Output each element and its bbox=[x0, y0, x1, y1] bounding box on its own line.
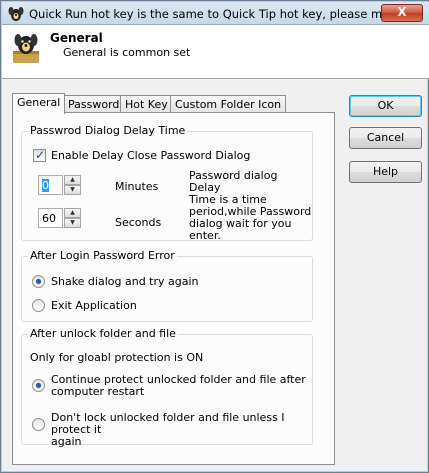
minutes-label: Minutes bbox=[115, 180, 159, 193]
window-title: Quick Run hot key is the same to Quick T… bbox=[29, 7, 413, 21]
seconds-spinner: ▲ ▼ bbox=[64, 208, 81, 228]
continue-protect-radio[interactable] bbox=[32, 379, 45, 392]
enable-delay-label: Enable Delay Close Password Dialog bbox=[51, 149, 251, 162]
close-icon: X bbox=[397, 5, 407, 19]
arrow-up-icon: ▲ bbox=[70, 176, 75, 183]
header-subtitle: General is common set bbox=[63, 46, 191, 59]
checkmark-icon: ✓ bbox=[35, 148, 46, 162]
arrow-up-icon: ▲ bbox=[70, 209, 75, 216]
dont-lock-label: Don't lock unlocked folder and file unle… bbox=[51, 411, 285, 448]
login-error-group-title: After Login Password Error bbox=[28, 249, 177, 262]
seconds-up-button[interactable]: ▲ bbox=[64, 208, 81, 218]
dog-app-icon bbox=[13, 34, 39, 63]
cancel-button[interactable]: Cancel bbox=[349, 127, 422, 149]
arrow-down-icon: ▼ bbox=[70, 186, 75, 193]
header-title: General bbox=[50, 31, 103, 45]
login-error-group: After Login Password Error Shake dialog … bbox=[21, 249, 313, 322]
unlock-group-title: After unlock folder and file bbox=[28, 327, 178, 340]
tab-general[interactable]: General bbox=[12, 93, 66, 114]
ok-button[interactable]: OK bbox=[349, 95, 422, 117]
enable-delay-checkbox[interactable]: ✓ bbox=[33, 148, 46, 162]
radio-selected-dot bbox=[36, 279, 41, 284]
delay-time-group: Passwrod Dialog Delay Time ✓ Enable Dela… bbox=[21, 124, 313, 242]
tab-hot-key[interactable]: Hot Key bbox=[120, 95, 173, 113]
shake-dialog-label: Shake dialog and try again bbox=[51, 275, 199, 288]
continue-protect-label: Continue protect unlocked folder and fil… bbox=[51, 373, 306, 398]
help-button[interactable]: Help bbox=[349, 161, 422, 183]
delay-description: Password dialog Delay Time is a time per… bbox=[189, 169, 312, 242]
seconds-label: Seconds bbox=[115, 216, 162, 229]
minutes-down-button[interactable]: ▼ bbox=[64, 185, 81, 195]
unlock-folder-group: After unlock folder and file Only for gl… bbox=[21, 327, 313, 448]
arrow-down-icon: ▼ bbox=[70, 219, 75, 226]
general-tab-panel: Passwrod Dialog Delay Time ✓ Enable Dela… bbox=[12, 112, 335, 465]
exit-application-label: Exit Application bbox=[51, 299, 137, 312]
shake-dialog-radio[interactable] bbox=[32, 275, 45, 288]
dog-app-icon bbox=[8, 7, 24, 21]
seconds-input[interactable]: 60 bbox=[38, 208, 63, 228]
tab-password[interactable]: Password bbox=[63, 95, 125, 113]
minutes-up-button[interactable]: ▲ bbox=[64, 175, 81, 185]
seconds-down-button[interactable]: ▼ bbox=[64, 218, 81, 228]
title-bar[interactable]: Quick Run hot key is the same to Quick T… bbox=[2, 2, 429, 25]
dont-lock-radio[interactable] bbox=[32, 418, 45, 431]
radio-selected-dot bbox=[36, 383, 41, 388]
minutes-spinner: ▲ ▼ bbox=[64, 175, 81, 195]
minutes-input[interactable]: 0 bbox=[38, 175, 63, 195]
global-protection-note: Only for gloabl protection is ON bbox=[30, 351, 204, 364]
settings-dialog: Quick Run hot key is the same to Quick T… bbox=[0, 0, 429, 473]
tab-custom-folder-icon[interactable]: Custom Folder Icon bbox=[170, 95, 287, 113]
exit-application-radio[interactable] bbox=[32, 299, 45, 312]
delay-group-title: Passwrod Dialog Delay Time bbox=[28, 124, 188, 137]
close-button[interactable]: X bbox=[381, 4, 423, 22]
header-banner: General General is common set bbox=[2, 25, 429, 79]
